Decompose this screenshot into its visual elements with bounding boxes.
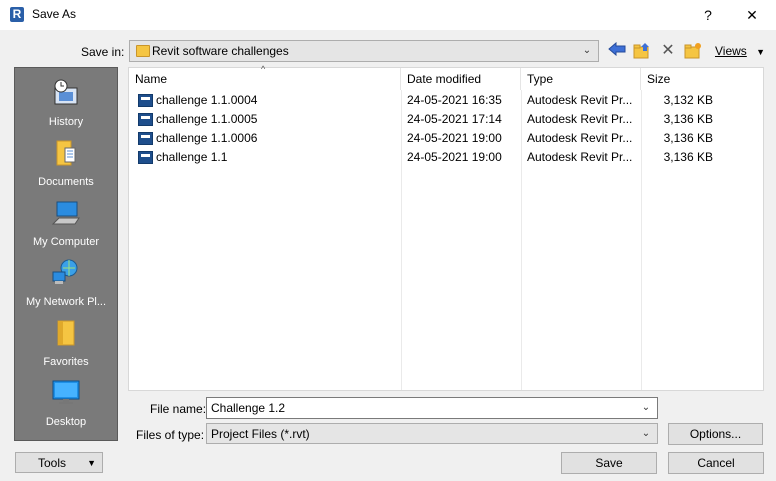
rvt-file-icon [138, 94, 153, 107]
file-name-value: Challenge 1.2 [211, 401, 286, 415]
tools-label: Tools [38, 456, 67, 470]
column-label: Date modified [407, 72, 482, 86]
file-date: 24-05-2021 19:00 [407, 131, 502, 145]
up-folder-icon[interactable] [632, 42, 652, 60]
file-date: 24-05-2021 19:00 [407, 150, 502, 164]
tools-button[interactable]: Tools ▼ [15, 452, 103, 473]
folder-icon [136, 45, 150, 57]
favorites-icon [57, 320, 75, 346]
caret-down-icon: ▼ [756, 47, 766, 57]
title-bar [0, 0, 776, 30]
rvt-file-icon [138, 113, 153, 126]
new-folder-icon[interactable] [683, 42, 703, 60]
file-type: Autodesk Revit Pr... [527, 93, 633, 107]
save-in-value: Revit software challenges [152, 44, 289, 58]
rvt-file-icon [138, 132, 153, 145]
place-my-computer[interactable]: My Computer [15, 194, 117, 254]
file-date: 24-05-2021 17:14 [407, 112, 502, 126]
place-network[interactable]: My Network Pl... [15, 254, 117, 314]
chevron-down-icon: ⌄ [641, 428, 651, 439]
back-icon[interactable] [607, 41, 627, 60]
caret-down-icon: ▼ [87, 458, 96, 468]
file-size: 3,136 KB [663, 112, 713, 126]
sort-ascending-icon: ^ [261, 64, 266, 74]
file-name: challenge 1.1.0005 [156, 112, 258, 126]
file-name: challenge 1.1.0004 [156, 93, 258, 107]
views-menu[interactable]: Views ▼ [715, 44, 765, 58]
file-size: 3,136 KB [663, 150, 713, 164]
delete-icon[interactable]: ✕ [658, 42, 678, 60]
place-desktop[interactable]: Desktop [15, 374, 117, 434]
file-name: challenge 1.1 [156, 150, 228, 164]
save-in-combo[interactable]: Revit software challenges ⌄ [129, 40, 599, 62]
save-in-label: Save in: [81, 45, 125, 59]
close-button[interactable]: ✕ [740, 4, 764, 26]
views-label: Views [715, 44, 747, 58]
chevron-down-icon: ⌄ [582, 45, 592, 56]
place-label: My Network Pl... [25, 296, 107, 308]
table-row[interactable]: challenge 1.1.0006 24-05-2021 19:00 Auto… [129, 129, 763, 148]
file-date: 24-05-2021 16:35 [407, 93, 502, 107]
table-row[interactable]: challenge 1.1.0004 24-05-2021 16:35 Auto… [129, 91, 763, 110]
place-history[interactable]: History [15, 74, 117, 134]
revit-app-icon: R [10, 7, 24, 22]
file-type-value: Project Files (*.rvt) [211, 427, 310, 441]
file-list[interactable]: Name ^ Date modified Type Size challenge… [128, 64, 764, 391]
table-row[interactable]: challenge 1.1.0005 24-05-2021 17:14 Auto… [129, 110, 763, 129]
file-type: Autodesk Revit Pr... [527, 150, 633, 164]
place-label: My Computer [32, 236, 100, 248]
column-header-date[interactable]: Date modified [401, 68, 521, 90]
places-bar: History Documents My Computer My Network… [14, 67, 118, 441]
desktop-icon [52, 380, 80, 404]
network-icon [52, 259, 78, 284]
history-icon [54, 79, 78, 105]
help-button[interactable]: ? [696, 4, 720, 26]
file-size: 3,136 KB [663, 131, 713, 145]
file-type-select[interactable]: Project Files (*.rvt) ⌄ [206, 423, 658, 444]
chevron-down-icon[interactable]: ⌄ [639, 401, 653, 415]
place-documents[interactable]: Documents [15, 134, 117, 194]
window-title: Save As [32, 7, 77, 21]
file-type: Autodesk Revit Pr... [527, 131, 633, 145]
cancel-button[interactable]: Cancel [668, 452, 764, 474]
file-name-input[interactable]: Challenge 1.2 ⌄ [206, 397, 658, 419]
column-label: Type [527, 72, 554, 86]
options-button[interactable]: Options... [668, 423, 763, 445]
file-name: challenge 1.1.0006 [156, 131, 258, 145]
documents-icon [56, 140, 76, 166]
column-header-type[interactable]: Type [521, 68, 641, 90]
column-label: Name [135, 72, 168, 86]
file-type-label: Files of type: [136, 428, 205, 442]
column-header-size[interactable]: Size [641, 68, 763, 90]
column-label: Size [647, 72, 671, 86]
file-name-label: File name: [150, 402, 207, 416]
computer-icon [51, 201, 80, 225]
save-button[interactable]: Save [561, 452, 657, 474]
table-row[interactable]: challenge 1.1 24-05-2021 19:00 Autodesk … [129, 148, 763, 167]
rvt-file-icon [138, 151, 153, 164]
place-favorites[interactable]: Favorites [15, 314, 117, 374]
place-label: Desktop [45, 416, 87, 428]
place-label: Documents [38, 176, 94, 188]
save-label: Save [595, 456, 623, 470]
place-label: Favorites [43, 356, 89, 368]
place-label: History [48, 116, 84, 128]
file-type: Autodesk Revit Pr... [527, 112, 633, 126]
file-size: 3,132 KB [663, 93, 713, 107]
